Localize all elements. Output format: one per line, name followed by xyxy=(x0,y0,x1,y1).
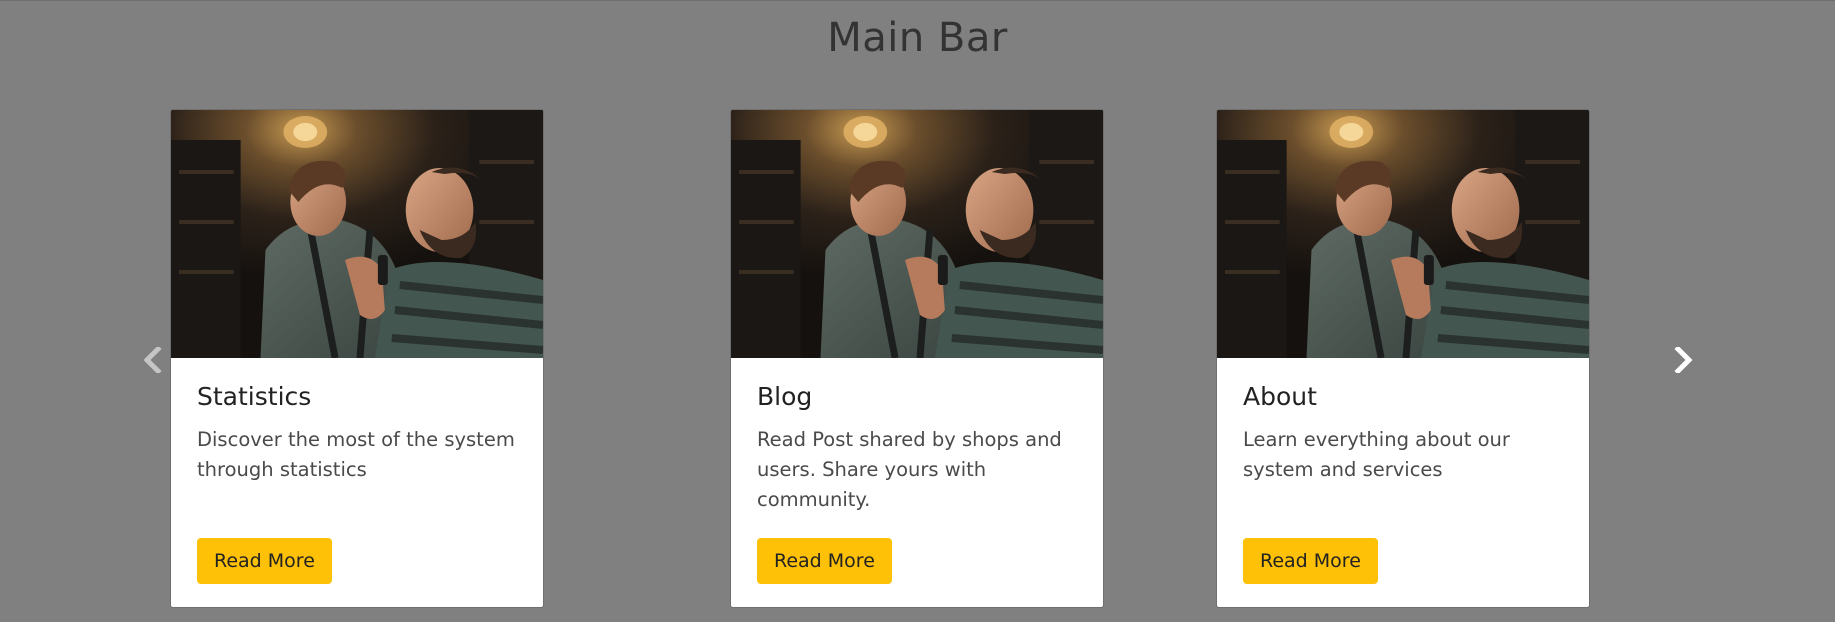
card-title: About xyxy=(1243,382,1317,411)
card-image xyxy=(1217,110,1589,358)
card-about: About Learn everything about our system … xyxy=(1216,109,1590,608)
chevron-left-icon xyxy=(143,347,162,373)
page-title: Main Bar xyxy=(827,15,1008,61)
card-statistics: Statistics Discover the most of the syst… xyxy=(170,109,544,608)
chevron-right-icon xyxy=(1674,347,1693,373)
card-image xyxy=(171,110,543,358)
card-body: About Learn everything about our system … xyxy=(1217,358,1589,607)
carousel-next-button[interactable] xyxy=(1668,340,1698,380)
card-title: Blog xyxy=(757,382,813,411)
card-body: Statistics Discover the most of the syst… xyxy=(171,358,543,607)
read-more-button[interactable]: Read More xyxy=(197,538,332,584)
card-title: Statistics xyxy=(197,382,312,411)
read-more-button[interactable]: Read More xyxy=(1243,538,1378,584)
carousel-prev-button[interactable] xyxy=(138,340,168,380)
card-blog: Blog Read Post shared by shops and users… xyxy=(730,109,1104,608)
read-more-button[interactable]: Read More xyxy=(757,538,892,584)
card-image xyxy=(731,110,1103,358)
card-text: Read Post shared by shops and users. Sha… xyxy=(757,428,1062,511)
card-text: Discover the most of the system through … xyxy=(197,428,515,481)
card-text: Learn everything about our system and se… xyxy=(1243,428,1510,481)
card-body: Blog Read Post shared by shops and users… xyxy=(731,358,1103,607)
